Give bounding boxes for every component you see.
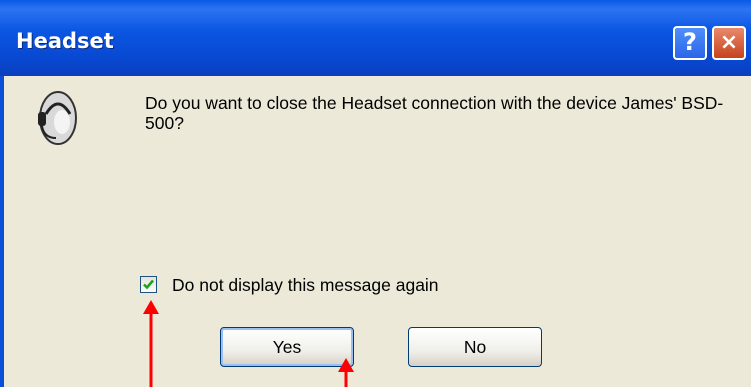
dialog-message: Do you want to close the Headset connect…	[145, 93, 724, 133]
window-frame	[0, 76, 4, 387]
yes-button[interactable]: Yes	[220, 327, 354, 367]
dont-show-again-label[interactable]: Do not display this message again	[172, 275, 439, 296]
red-arrow-icon	[143, 300, 159, 387]
headset-dialog: Headset ? × Do you want to close the Hea…	[0, 0, 751, 387]
dont-show-again-checkbox[interactable]	[140, 276, 157, 293]
headset-person-icon	[38, 91, 77, 145]
close-button[interactable]: ×	[712, 26, 746, 60]
window-title: Headset	[16, 29, 114, 53]
checkmark-icon	[143, 279, 154, 290]
help-button[interactable]: ?	[673, 26, 707, 60]
close-icon: ×	[719, 30, 739, 55]
no-button[interactable]: No	[408, 327, 542, 367]
help-icon: ?	[683, 28, 697, 56]
title-bar[interactable]: Headset ? ×	[0, 0, 751, 76]
red-arrow-icon	[338, 358, 354, 387]
